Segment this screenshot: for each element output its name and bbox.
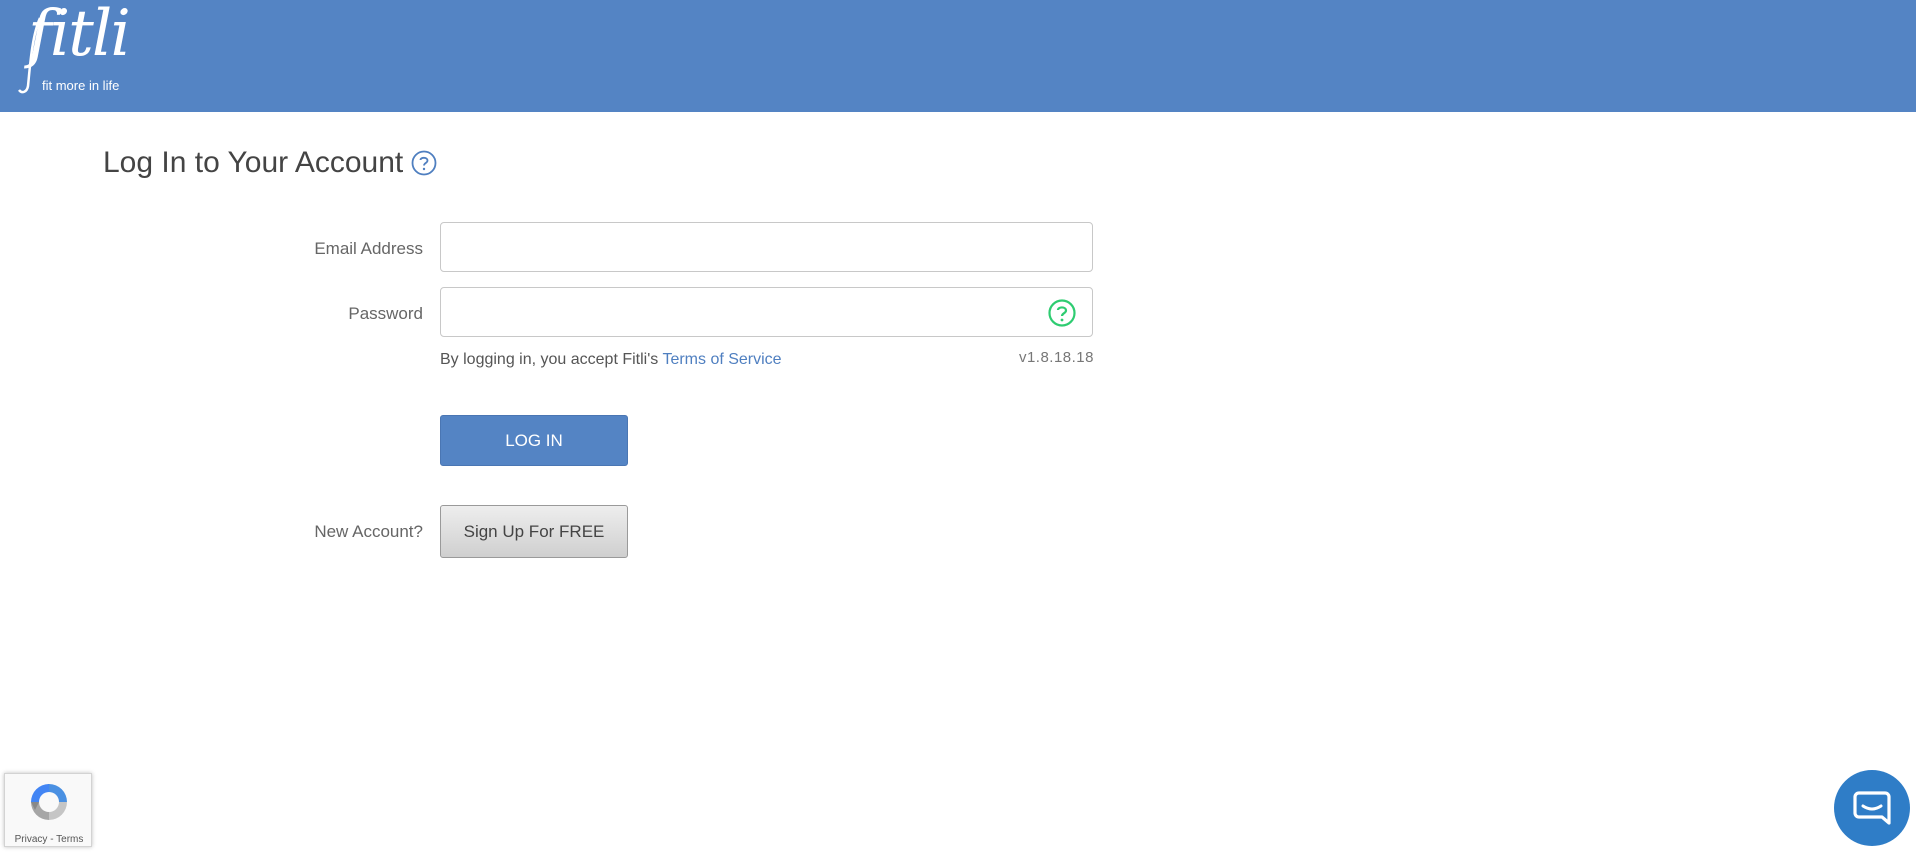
recaptcha-links: Privacy - Terms xyxy=(5,834,93,845)
page-title-row: Log In to Your Account xyxy=(103,146,437,180)
fitli-logo[interactable]: fitli fit more in life xyxy=(18,2,131,96)
password-label: Password xyxy=(348,304,423,323)
login-button[interactable]: LOG IN xyxy=(440,415,628,466)
logo-wordmark: fitli xyxy=(28,0,131,71)
email-field[interactable] xyxy=(441,223,1092,271)
password-help-icon[interactable] xyxy=(1048,299,1076,327)
terms-notice: By logging in, you accept Fitli's Terms … xyxy=(440,351,782,369)
recaptcha-separator: - xyxy=(47,834,57,845)
version-label: v1.8.18.18 xyxy=(1018,349,1094,366)
email-label: Email Address xyxy=(314,239,423,258)
chat-bubble-icon xyxy=(1853,791,1891,825)
recaptcha-privacy-link[interactable]: Privacy xyxy=(15,834,48,845)
recaptcha-badge[interactable]: Privacy - Terms xyxy=(4,773,92,847)
page-title: Log In to Your Account xyxy=(103,146,404,179)
recaptcha-icon xyxy=(31,784,67,820)
password-field[interactable] xyxy=(441,288,1092,336)
new-account-label: New Account? xyxy=(314,522,423,541)
terms-prefix: By logging in, you accept Fitli's xyxy=(440,351,663,368)
terms-of-service-link[interactable]: Terms of Service xyxy=(662,351,781,368)
chat-launcher-button[interactable] xyxy=(1834,770,1910,846)
email-field-box xyxy=(440,222,1093,272)
signup-button[interactable]: Sign Up For FREE xyxy=(440,505,628,558)
logo-tagline: fit more in life xyxy=(42,78,120,93)
recaptcha-terms-link[interactable]: Terms xyxy=(56,834,83,845)
top-header-bar: fitli fit more in life xyxy=(0,0,1916,112)
password-field-box xyxy=(440,287,1093,337)
question-circle-icon[interactable] xyxy=(411,150,437,176)
